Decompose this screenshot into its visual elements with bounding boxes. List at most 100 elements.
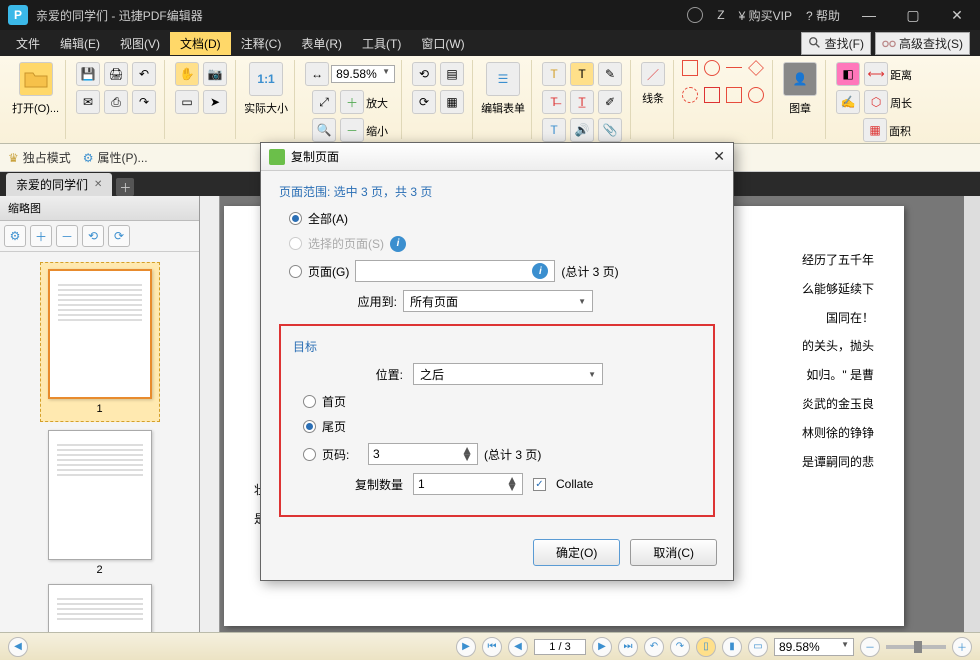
radio-pages[interactable] [289, 265, 302, 278]
highlight-icon[interactable]: T [570, 62, 594, 86]
actual-size-icon[interactable]: 1:1 [249, 62, 283, 96]
first-page-button[interactable]: ⏮ [482, 637, 502, 657]
distance-icon[interactable]: ⟷ [864, 62, 888, 86]
thumbnail-page-1[interactable]: 1 [40, 262, 160, 422]
pages-input[interactable]: i [355, 260, 555, 282]
continuous-icon[interactable]: ▮ [722, 637, 742, 657]
dialog-close-button[interactable]: ✕ [713, 148, 725, 165]
vertical-scrollbar[interactable] [964, 196, 980, 632]
maximize-button[interactable]: ▢ [898, 7, 928, 24]
exclusive-mode-button[interactable]: ♛独占模式 [8, 149, 71, 166]
cancel-button[interactable]: 取消(C) [630, 539, 717, 566]
user-letter[interactable]: Z [717, 8, 724, 22]
status-zoom-combo[interactable]: 89.58%▼ [774, 638, 854, 656]
cursor-icon[interactable]: ➤ [203, 90, 227, 114]
fit-page-icon[interactable]: ⤢ [312, 90, 336, 114]
apply-to-combo[interactable]: 所有页面▼ [403, 290, 593, 312]
rotate-left-icon[interactable]: ⟲ [412, 62, 436, 86]
page-layout-icon[interactable]: ▤ [440, 62, 464, 86]
undo-icon[interactable]: ↶ [132, 62, 156, 86]
two-page-icon[interactable]: ▦ [440, 90, 464, 114]
shape-rect[interactable] [682, 60, 698, 76]
collapse-side-icon[interactable]: ◀ [8, 637, 28, 657]
open-file-icon[interactable] [19, 62, 53, 96]
select-icon[interactable]: ▭ [175, 90, 199, 114]
signature-icon[interactable]: ✍ [836, 90, 860, 114]
menu-edit[interactable]: 编辑(E) [50, 32, 110, 55]
radio-page-number[interactable] [303, 448, 316, 461]
zoom-slider[interactable] [886, 645, 946, 649]
eraser-icon[interactable]: ◧ [836, 62, 860, 86]
zoom-out-icon[interactable]: － [340, 118, 364, 142]
zoom-in-icon[interactable]: ＋ [340, 90, 364, 114]
hand-tool-icon[interactable]: ✋ [175, 62, 199, 86]
page-number-field[interactable]: 1 / 3 [534, 639, 586, 655]
prev-page-button[interactable]: ◀ [508, 637, 528, 657]
attach-icon[interactable]: 📎 [598, 118, 622, 142]
collate-checkbox[interactable]: ✓ [533, 478, 546, 491]
document-tab[interactable]: 亲爱的同学们 ✕ [6, 173, 112, 196]
menu-comment[interactable]: 注释(C) [231, 32, 292, 55]
email-icon[interactable]: ✉ [76, 90, 100, 114]
shape-star[interactable] [704, 87, 720, 103]
next-page-button[interactable]: ▶ [592, 637, 612, 657]
print-icon[interactable]: 🖨 [104, 62, 128, 86]
tab-close-icon[interactable]: ✕ [94, 179, 102, 190]
shape-cloud[interactable] [682, 87, 698, 103]
thumbnail-page-2[interactable]: 2 [40, 430, 160, 576]
zoom-in-button[interactable]: ＋ [952, 637, 972, 657]
text-edit-icon[interactable]: T [542, 62, 566, 86]
shape-poly[interactable] [748, 60, 764, 76]
last-page-button[interactable]: ⏭ [618, 637, 638, 657]
back-view-button[interactable]: ↶ [644, 637, 664, 657]
facing-icon[interactable]: ▭ [748, 637, 768, 657]
sound-icon[interactable]: 🔊 [570, 118, 594, 142]
fit-width-icon[interactable]: ↔ [305, 62, 329, 86]
pencil-icon[interactable]: ✎ [598, 62, 622, 86]
minimize-button[interactable]: — [854, 7, 884, 23]
radio-last-page[interactable] [303, 420, 316, 433]
rotate-right-icon[interactable]: ⟳ [412, 90, 436, 114]
thumbnail-page-3[interactable]: 3 [40, 584, 160, 632]
thumb-options-icon[interactable]: ⚙ [4, 225, 26, 247]
redo-icon[interactable]: ↷ [132, 90, 156, 114]
text-box-icon[interactable]: T [542, 118, 566, 142]
help-button[interactable]: ? 帮助 [806, 7, 840, 24]
area-icon[interactable]: ▦ [863, 118, 887, 142]
advanced-find-button[interactable]: 高级查找(S) [875, 32, 970, 55]
page-number-spinner[interactable]: 3▲▼ [368, 443, 478, 465]
menu-view[interactable]: 视图(V) [110, 32, 170, 55]
copies-spinner[interactable]: 1▲▼ [413, 473, 523, 495]
single-page-icon[interactable]: ▯ [696, 637, 716, 657]
perimeter-icon[interactable]: ⬡ [864, 90, 888, 114]
zoom-out-button[interactable]: － [860, 637, 880, 657]
info-icon[interactable]: i [532, 263, 548, 279]
underline-icon[interactable]: T̲ [570, 90, 594, 114]
buy-vip-button[interactable]: ¥ 购买VIP [739, 7, 792, 24]
thumb-rotate-right-icon[interactable]: ⟳ [108, 225, 130, 247]
forward-view-button[interactable]: ↷ [670, 637, 690, 657]
zoom-tool-icon[interactable]: 🔍 [312, 118, 336, 142]
spin-down-icon[interactable]: ▼ [506, 484, 518, 491]
spin-down-icon[interactable]: ▼ [461, 454, 473, 461]
menu-form[interactable]: 表单(R) [291, 32, 352, 55]
thumb-zoom-out-icon[interactable]: － [56, 225, 78, 247]
line-tool-icon[interactable]: ／ [641, 62, 665, 86]
stamp-icon[interactable]: 👤 [783, 62, 817, 96]
menu-document[interactable]: 文档(D) [170, 32, 231, 55]
snapshot-icon[interactable]: 📷 [203, 62, 227, 86]
new-tab-button[interactable]: ＋ [116, 178, 134, 196]
edit-form-icon[interactable]: ☰ [486, 62, 520, 96]
note-icon[interactable]: ✐ [598, 90, 622, 114]
shape-ellipse[interactable] [748, 87, 764, 103]
find-button[interactable]: 查找(F) [801, 32, 871, 55]
menu-file[interactable]: 文件 [6, 32, 50, 55]
menu-window[interactable]: 窗口(W) [411, 32, 474, 55]
shape-line[interactable] [726, 67, 742, 83]
thumb-zoom-in-icon[interactable]: ＋ [30, 225, 52, 247]
thumb-rotate-left-icon[interactable]: ⟲ [82, 225, 104, 247]
menu-tools[interactable]: 工具(T) [352, 32, 411, 55]
strikethrough-icon[interactable]: T̶ [542, 90, 566, 114]
save-icon[interactable]: 💾 [76, 62, 100, 86]
info-icon[interactable]: i [390, 236, 406, 252]
